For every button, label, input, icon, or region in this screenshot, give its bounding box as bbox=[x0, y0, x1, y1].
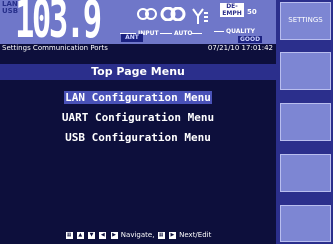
menu-item-lan-config[interactable]: LAN Configuration Menu bbox=[0, 88, 276, 108]
side-button-panel: SETTINGS bbox=[276, 0, 333, 244]
menu-list: LAN Configuration Menu UART Configuratio… bbox=[0, 88, 276, 148]
status-header: LAN USB 103.9 INPUT AUTO ANT DE- EMPH 50… bbox=[0, 0, 276, 50]
right-arrow-icon: ▶ bbox=[168, 231, 176, 239]
menu-item-uart-config[interactable]: UART Configuration Menu bbox=[0, 108, 276, 128]
soft-button-5[interactable] bbox=[280, 205, 331, 242]
up-arrow-icon: ▲ bbox=[76, 231, 84, 239]
menu-item-label: UART Configuration Menu bbox=[61, 111, 215, 124]
deemph-label-line2: EMPH bbox=[222, 10, 242, 17]
timestamp: 07/21/10 17:01:42 bbox=[207, 44, 273, 52]
quality-label: QUALITY bbox=[226, 28, 255, 35]
settings-button-label: SETTINGS bbox=[288, 16, 323, 24]
soft-button-4[interactable] bbox=[280, 154, 331, 192]
deemph-label-line1: DE- bbox=[226, 3, 238, 10]
stereo-rings-icon bbox=[137, 8, 157, 20]
next-edit-hint-text: Next/Edit bbox=[179, 231, 212, 239]
right-arrow-icon: ▶ bbox=[110, 231, 118, 239]
input-rule-right bbox=[192, 33, 202, 34]
signal-strength-icon bbox=[192, 8, 208, 24]
navigate-hint-text: Navigate, bbox=[120, 231, 155, 239]
stereo-active-icon bbox=[160, 7, 186, 21]
ant-badge: ANT bbox=[121, 34, 143, 42]
auto-label: AUTO bbox=[174, 30, 193, 37]
menu-item-usb-config[interactable]: USB Configuration Menu bbox=[0, 128, 276, 148]
frequency-readout: 103.9 bbox=[15, 0, 102, 50]
menu-item-label: USB Configuration Menu bbox=[65, 131, 211, 144]
deemphasis-value: 50 bbox=[247, 8, 257, 16]
display-screen: LAN USB 103.9 INPUT AUTO ANT DE- EMPH 50… bbox=[0, 0, 276, 244]
key-hint: ▦ ▲ ▼ ◀ ▶ Navigate, ▦ ▶ Next/Edit bbox=[0, 229, 276, 241]
left-arrow-icon: ◀ bbox=[99, 231, 107, 239]
menu-key-icon: ▦ bbox=[65, 231, 73, 239]
settings-button[interactable]: SETTINGS bbox=[280, 2, 331, 40]
soft-button-3[interactable] bbox=[280, 103, 331, 141]
quality-rule-left bbox=[214, 31, 224, 32]
menu-key-icon: ▦ bbox=[157, 231, 165, 239]
menu-item-label: LAN Configuration Menu bbox=[64, 91, 212, 104]
breadcrumb: Settings Communication Ports bbox=[2, 44, 108, 52]
deemphasis-badge: DE- EMPH bbox=[220, 3, 244, 17]
page-title: Top Page Menu bbox=[0, 64, 276, 80]
quality-value: GOOD bbox=[238, 36, 262, 43]
input-rule-mid bbox=[160, 33, 172, 34]
soft-button-2[interactable] bbox=[280, 52, 331, 90]
down-arrow-icon: ▼ bbox=[88, 231, 96, 239]
status-line: Settings Communication Ports 07/21/10 17… bbox=[0, 44, 276, 53]
